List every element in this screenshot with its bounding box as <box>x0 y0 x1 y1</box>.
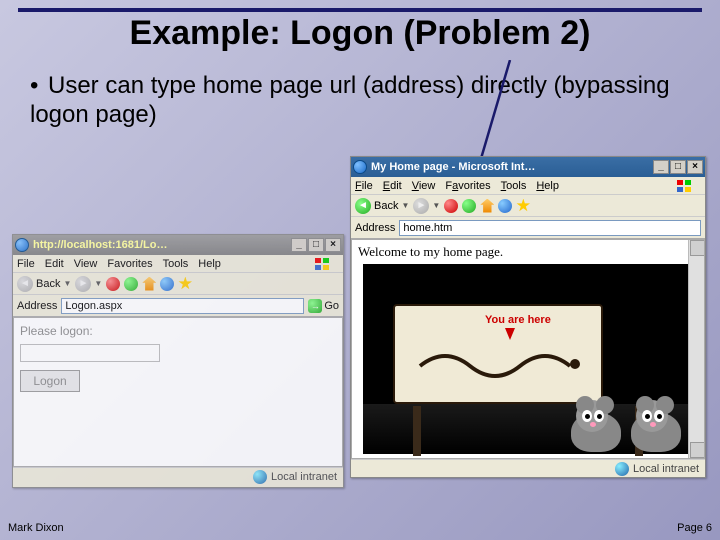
bullet-text: •User can type home page url (address) d… <box>30 72 700 130</box>
address-bar: Address home.htm <box>351 217 705 239</box>
mouse-character <box>571 382 631 452</box>
titlebar[interactable]: http://localhost:1681/Lo… _ □ × <box>13 235 343 255</box>
menu-help[interactable]: Help <box>198 258 221 270</box>
windows-flag-icon <box>677 180 691 192</box>
search-icon[interactable] <box>160 277 174 291</box>
slide-title: Example: Logon (Problem 2) <box>0 14 720 53</box>
logon-button[interactable]: Logon <box>20 370 80 392</box>
home-icon[interactable] <box>480 199 494 213</box>
window-title: My Home page - Microsoft Int… <box>371 161 535 173</box>
minimize-button[interactable]: _ <box>653 160 669 174</box>
welcome-text: Welcome to my home page. <box>352 240 704 264</box>
browser-window-logon: http://localhost:1681/Lo… _ □ × File Edi… <box>12 234 344 488</box>
page-content: Welcome to my home page. You are here <box>351 239 705 459</box>
window-title: http://localhost:1681/Lo… <box>33 239 167 251</box>
forward-button[interactable]: ►▼ <box>413 198 440 214</box>
stop-icon[interactable] <box>106 277 120 291</box>
menu-help[interactable]: Help <box>536 180 559 192</box>
ie-icon <box>15 238 29 252</box>
titlebar[interactable]: My Home page - Microsoft Int… _ □ × <box>351 157 705 177</box>
browser-window-home: My Home page - Microsoft Int… _ □ × File… <box>350 156 706 478</box>
menu-tools[interactable]: Tools <box>501 180 527 192</box>
bullet-content: User can type home page url (address) di… <box>30 72 670 128</box>
maximize-button[interactable]: □ <box>308 238 324 252</box>
back-button[interactable]: ◄Back▼ <box>355 198 409 214</box>
you-are-here-label: You are here <box>485 314 551 326</box>
snake-drawing <box>415 341 585 391</box>
favorites-icon[interactable] <box>178 277 192 291</box>
vertical-scrollbar[interactable] <box>688 240 704 458</box>
home-image: You are here <box>363 264 693 454</box>
menu-view[interactable]: View <box>412 180 436 192</box>
title-rule <box>18 8 702 12</box>
close-button[interactable]: × <box>325 238 341 252</box>
menu-edit[interactable]: Edit <box>45 258 64 270</box>
address-input[interactable]: Logon.aspx <box>61 298 304 314</box>
address-label: Address <box>355 222 395 234</box>
statusbar: Local intranet <box>13 467 343 485</box>
stop-icon[interactable] <box>444 199 458 213</box>
go-button[interactable]: →Go <box>308 299 339 313</box>
address-label: Address <box>17 300 57 312</box>
zone-icon <box>615 462 629 476</box>
home-icon[interactable] <box>142 277 156 291</box>
forward-button[interactable]: ►▼ <box>75 276 102 292</box>
logon-prompt: Please logon: <box>20 324 336 338</box>
windows-flag-icon <box>315 258 329 270</box>
search-icon[interactable] <box>498 199 512 213</box>
toolbar: ◄Back▼ ►▼ <box>13 273 343 295</box>
maximize-button[interactable]: □ <box>670 160 686 174</box>
menu-favorites[interactable]: Favorites <box>107 258 152 270</box>
footer-page: Page 6 <box>677 522 712 534</box>
menubar: File Edit View Favorites Tools Help <box>351 177 705 195</box>
you-are-here-arrow-icon <box>505 328 515 340</box>
menu-file[interactable]: File <box>355 180 373 192</box>
bullet-dot: • <box>30 72 48 101</box>
menu-view[interactable]: View <box>74 258 98 270</box>
minimize-button[interactable]: _ <box>291 238 307 252</box>
menu-edit[interactable]: Edit <box>383 180 402 192</box>
menu-tools[interactable]: Tools <box>163 258 189 270</box>
toolbar: ◄Back▼ ►▼ <box>351 195 705 217</box>
back-button[interactable]: ◄Back▼ <box>17 276 71 292</box>
menu-favorites[interactable]: Favorites <box>445 180 490 192</box>
close-button[interactable]: × <box>687 160 703 174</box>
page-content: Please logon: Logon <box>13 317 343 467</box>
statusbar: Local intranet <box>351 459 705 477</box>
refresh-icon[interactable] <box>462 199 476 213</box>
mouse-character <box>631 382 691 452</box>
footer-author: Mark Dixon <box>8 522 64 534</box>
ie-icon <box>353 160 367 174</box>
address-input[interactable]: home.htm <box>399 220 701 236</box>
status-text: Local intranet <box>633 463 699 475</box>
menu-file[interactable]: File <box>17 258 35 270</box>
refresh-icon[interactable] <box>124 277 138 291</box>
zone-icon <box>253 470 267 484</box>
menubar: File Edit View Favorites Tools Help <box>13 255 343 273</box>
logon-input[interactable] <box>20 344 160 362</box>
favorites-icon[interactable] <box>516 199 530 213</box>
address-bar: Address Logon.aspx →Go <box>13 295 343 317</box>
status-text: Local intranet <box>271 471 337 483</box>
